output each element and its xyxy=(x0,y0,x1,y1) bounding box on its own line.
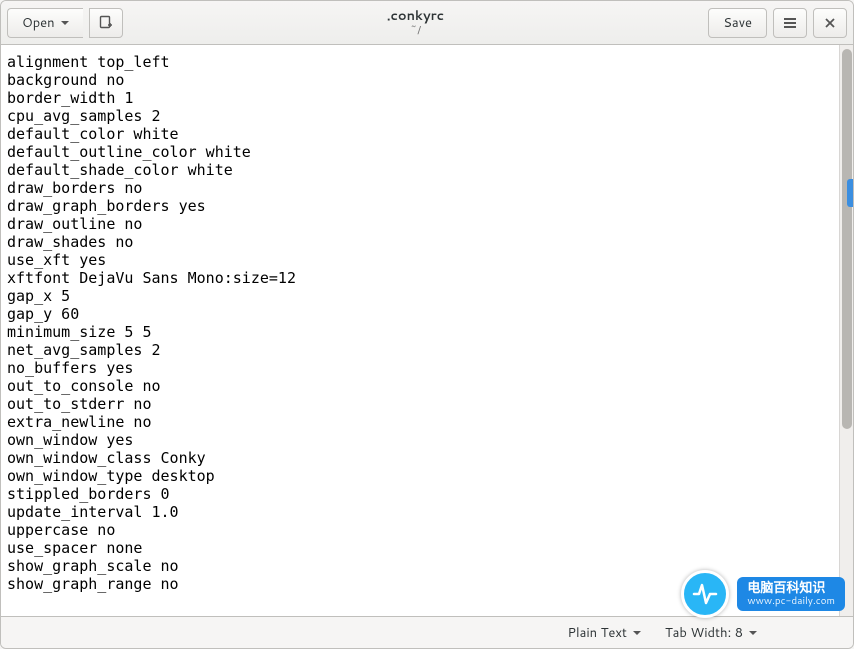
side-indicator xyxy=(847,179,853,207)
chevron-down-icon xyxy=(61,21,69,25)
text-editor[interactable]: alignment top_left background no border_… xyxy=(1,45,839,616)
save-button-label: Save xyxy=(723,14,752,32)
editor-area: alignment top_left background no border_… xyxy=(1,45,853,616)
new-tab-button[interactable] xyxy=(89,8,123,38)
tab-width-label: Tab Width: 8 xyxy=(665,624,743,642)
language-selector[interactable]: Plain Text xyxy=(567,624,640,642)
chevron-down-icon xyxy=(749,631,757,635)
save-button[interactable]: Save xyxy=(708,8,767,38)
open-button[interactable]: Open xyxy=(7,8,83,38)
hamburger-icon xyxy=(782,15,798,31)
open-button-label: Open xyxy=(22,14,55,32)
status-bar: Plain Text Tab Width: 8 xyxy=(1,616,853,648)
editor-window: Open .conkyrc ~/ Save xyxy=(0,0,854,649)
document-subtitle: ~/ xyxy=(410,24,421,36)
close-icon xyxy=(823,16,837,30)
close-button[interactable] xyxy=(813,8,847,38)
tab-width-selector[interactable]: Tab Width: 8 xyxy=(665,624,757,642)
title-area: .conkyrc ~/ xyxy=(123,9,709,35)
header-bar: Open .conkyrc ~/ Save xyxy=(1,1,853,45)
chevron-down-icon xyxy=(633,631,641,635)
scrollbar-thumb[interactable] xyxy=(842,49,852,429)
menu-button[interactable] xyxy=(773,8,807,38)
language-label: Plain Text xyxy=(567,624,626,642)
new-document-icon xyxy=(98,15,114,31)
vertical-scrollbar[interactable] xyxy=(839,45,853,616)
